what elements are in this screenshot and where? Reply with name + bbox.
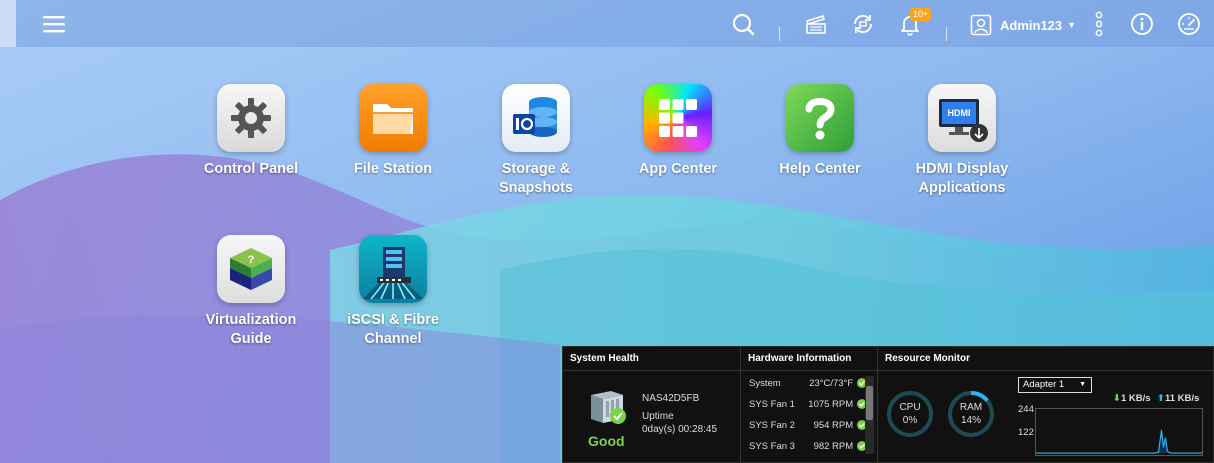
- app-app-center[interactable]: App Center: [608, 84, 748, 179]
- cpu-gauge: CPU 0%: [885, 389, 935, 439]
- virtualization-cube-icon: ?: [217, 235, 285, 303]
- health-status: Good: [588, 433, 625, 449]
- app-label: Help Center: [779, 161, 861, 177]
- chevron-down-icon: ▼: [1067, 20, 1077, 30]
- dashboard-widget: System Health Good NAS42D5FB Uptime 0day…: [562, 346, 1214, 463]
- hardware-scrollbar[interactable]: [865, 376, 874, 454]
- system-health-panel: System Health Good NAS42D5FB Uptime 0day…: [563, 347, 740, 463]
- arrow-down-icon: ⬇: [1113, 393, 1121, 404]
- hdmi-monitor-icon: HDMI: [928, 84, 996, 152]
- app-label: Virtualization Guide: [205, 312, 297, 347]
- app-virtualization-guide[interactable]: ? Virtualization Guide: [181, 235, 321, 349]
- toolbar-separator: [946, 27, 947, 41]
- hardware-info-panel: Hardware Information System 23°C/73°F SY…: [741, 347, 877, 463]
- upload-rate: ⬆11 KB/s: [1157, 393, 1200, 404]
- hardware-value: 982 RPM: [813, 440, 854, 452]
- main-menu-button[interactable]: [40, 10, 68, 38]
- username-label: Admin123: [1000, 17, 1063, 33]
- hardware-value: 23°C/73°F: [809, 377, 854, 389]
- app-label: Control Panel: [203, 161, 299, 177]
- dashboard-gauge-icon: [1178, 13, 1200, 35]
- adapter-selected: Adapter 1: [1023, 379, 1065, 390]
- app-hdmi-display[interactable]: HDMI HDMI Display Applications: [892, 84, 1032, 198]
- search-button[interactable]: [729, 10, 757, 38]
- uptime-value: 0day(s) 00:28:45: [642, 424, 718, 435]
- hardware-name: SYS Fan 3: [749, 440, 795, 452]
- resource-monitor-panel: Resource Monitor CPU 0% RAM 14% Adapter …: [878, 347, 1214, 463]
- notifications-button[interactable]: 10+: [896, 8, 932, 38]
- more-options-button[interactable]: [1085, 10, 1113, 38]
- sync-devices-button[interactable]: [849, 10, 877, 38]
- question-icon: [786, 84, 854, 152]
- app-label: File Station: [353, 161, 433, 177]
- download-rate: ⬇1 KB/s: [1113, 393, 1151, 404]
- storage-icon: [502, 84, 570, 152]
- toolbar-separator: [779, 27, 780, 41]
- network-traffic-chart: [1035, 408, 1203, 456]
- notification-badge: 10+: [910, 8, 932, 21]
- top-bar: 10+ Admin123 ▼: [0, 0, 1214, 47]
- nas-name: NAS42D5FB: [642, 393, 700, 404]
- user-icon: [970, 14, 992, 36]
- app-control-panel[interactable]: Control Panel: [181, 84, 321, 179]
- background-tasks-icon: [805, 15, 826, 34]
- cpu-value: 0%: [902, 415, 918, 426]
- info-button[interactable]: [1128, 10, 1156, 38]
- app-storage-snapshots[interactable]: Storage & Snapshots: [466, 84, 606, 198]
- hardware-name: SYS Fan 2: [749, 419, 795, 431]
- app-file-station[interactable]: File Station: [323, 84, 463, 179]
- sync-devices-icon: [854, 14, 872, 34]
- scroll-thumb[interactable]: [866, 386, 873, 420]
- network-traffic-line: [1036, 430, 1202, 454]
- uptime-label: Uptime: [642, 411, 674, 422]
- hardware-name: SYS Fan 1: [749, 398, 795, 410]
- iscsi-server-icon: [359, 235, 427, 303]
- hardware-row: SYS Fan 3 982 RPM: [749, 439, 867, 453]
- hardware-info-title: Hardware Information: [741, 347, 877, 371]
- app-label: HDMI Display Applications: [915, 161, 1009, 196]
- search-icon: [732, 13, 755, 36]
- svg-text:?: ?: [248, 254, 255, 266]
- more-vertical-icon: [1095, 11, 1103, 37]
- background-tasks-button[interactable]: [802, 10, 830, 38]
- resource-monitor-title: Resource Monitor: [878, 347, 1214, 371]
- dashboard-button[interactable]: [1175, 10, 1203, 38]
- app-label: App Center: [638, 161, 718, 177]
- chevron-down-icon: ▼: [1079, 381, 1086, 388]
- hardware-row: SYS Fan 1 1075 RPM: [749, 397, 867, 411]
- hardware-value: 1075 RPM: [808, 398, 854, 410]
- ram-value: 14%: [960, 415, 981, 426]
- app-grid-icon: [644, 84, 712, 152]
- hardware-row: System 23°C/73°F: [749, 376, 867, 390]
- app-label: iSCSI & Fibre Channel: [347, 312, 439, 347]
- info-icon: [1131, 13, 1153, 35]
- svg-text:HDMI: HDMI: [948, 108, 971, 118]
- chart-axis-label: 244: [1018, 404, 1034, 415]
- hardware-row: SYS Fan 2 954 RPM: [749, 418, 867, 432]
- ram-label: RAM: [959, 402, 983, 413]
- app-label: Storage & Snapshots: [498, 161, 574, 196]
- adapter-select[interactable]: Adapter 1 ▼: [1018, 377, 1092, 393]
- chart-axis-label: 122: [1018, 427, 1034, 438]
- hardware-name: System: [749, 377, 781, 389]
- user-menu[interactable]: Admin123 ▼: [970, 14, 1076, 36]
- hamburger-icon: [43, 16, 65, 33]
- cpu-label: CPU: [899, 402, 921, 413]
- arrow-up-icon: ⬆: [1157, 393, 1165, 404]
- ram-gauge: RAM 14%: [946, 389, 996, 439]
- system-health-title: System Health: [563, 347, 740, 371]
- app-iscsi-fibre[interactable]: iSCSI & Fibre Channel: [323, 235, 463, 349]
- nas-device-icon: [591, 391, 626, 424]
- app-help-center[interactable]: Help Center: [750, 84, 890, 179]
- corner-highlight: [0, 0, 16, 47]
- folder-icon: [359, 84, 427, 152]
- hardware-value: 954 RPM: [813, 419, 854, 431]
- gear-icon: [217, 84, 285, 152]
